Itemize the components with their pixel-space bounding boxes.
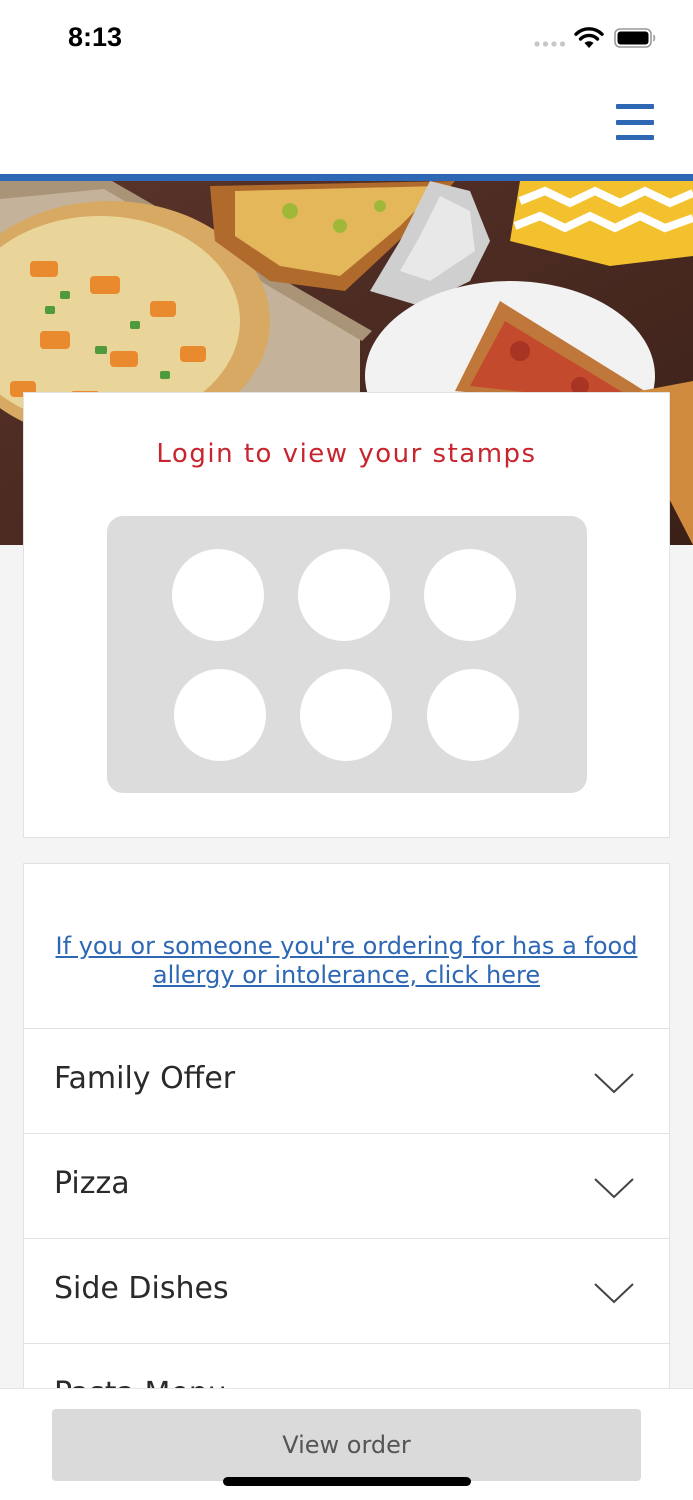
header-divider: [0, 174, 693, 181]
stamp-login-prompt[interactable]: Login to view your stamps: [24, 439, 669, 469]
stamp-board: [107, 516, 587, 793]
stamp-slot: [424, 549, 516, 641]
cellular-signal-icon: [534, 41, 566, 47]
stamp-slot: [427, 669, 519, 761]
category-family-offer[interactable]: Family Offer: [24, 1028, 669, 1133]
category-pizza[interactable]: Pizza: [24, 1133, 669, 1238]
chevron-down-icon: [594, 1073, 634, 1094]
stamp-slot: [172, 549, 264, 641]
battery-icon: [614, 28, 656, 48]
category-label: Side Dishes: [54, 1271, 229, 1306]
app-header: [0, 78, 693, 174]
chevron-down-icon: [594, 1178, 634, 1199]
hamburger-menu-icon[interactable]: [610, 100, 660, 144]
chevron-down-icon: [594, 1283, 634, 1304]
loyalty-stamp-card[interactable]: Login to view your stamps: [23, 392, 670, 838]
view-order-button[interactable]: View order: [52, 1409, 641, 1481]
stamp-slot: [174, 669, 266, 761]
menu-card: If you or someone you're ordering for ha…: [23, 863, 670, 1403]
wifi-icon: [574, 27, 604, 48]
stamp-slot: [298, 549, 390, 641]
status-bar: 8:13: [0, 0, 693, 78]
status-time: 8:13: [68, 22, 123, 52]
category-label: Pizza: [54, 1166, 130, 1201]
category-side-dishes[interactable]: Side Dishes: [24, 1238, 669, 1343]
home-indicator: [223, 1477, 471, 1486]
allergy-info-link[interactable]: If you or someone you're ordering for ha…: [54, 932, 639, 990]
category-label: Family Offer: [54, 1061, 236, 1096]
stamp-slot: [300, 669, 392, 761]
